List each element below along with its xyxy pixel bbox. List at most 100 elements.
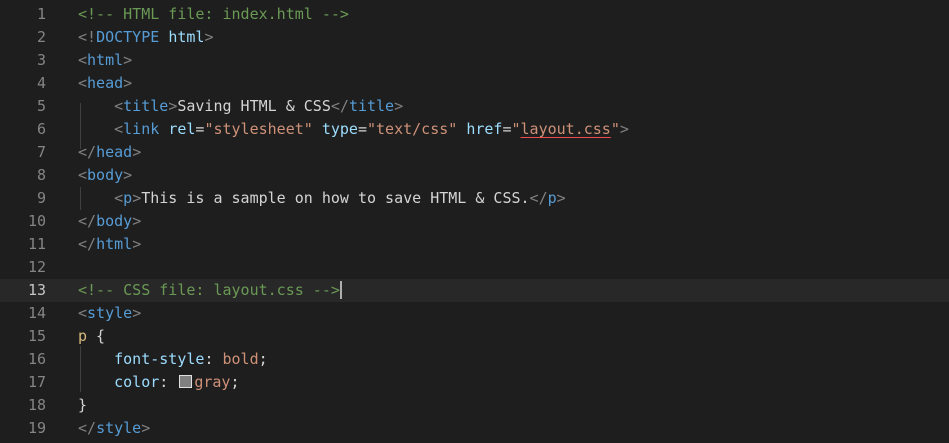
code-token: This is a sample on how to save HTML & C…	[141, 189, 530, 207]
code-token: font-style	[114, 350, 205, 368]
line-number: 7	[36, 143, 46, 161]
code-text: <!DOCTYPE html>	[78, 26, 213, 49]
line-number: 14	[27, 304, 46, 322]
code-text: color: gray;	[78, 371, 239, 394]
line-number: 17	[27, 373, 46, 391]
code-text: <html>	[78, 49, 132, 72]
code-token: <!-- CSS file: layout.css -->	[78, 281, 340, 299]
code-text: <head>	[78, 72, 132, 95]
code-token: <	[78, 166, 88, 184]
code-token: color	[114, 373, 160, 391]
code-token: <	[114, 189, 124, 207]
code-token: >	[132, 235, 142, 253]
code-line[interactable]: 2 <!DOCTYPE html>	[0, 26, 949, 49]
code-token: DOCTYPE	[96, 28, 160, 46]
line-number: 18	[27, 396, 46, 414]
code-token: :	[204, 350, 223, 368]
code-token: rel	[168, 120, 196, 138]
code-text: </html>	[78, 233, 141, 256]
color-swatch-icon[interactable]	[179, 375, 193, 388]
code-token: >	[141, 419, 151, 437]
code-token: html	[96, 235, 133, 253]
line-number: 3	[36, 51, 46, 69]
text-cursor	[339, 281, 342, 299]
code-token: html	[87, 51, 124, 69]
code-token: <	[78, 304, 88, 322]
code-token: >	[132, 304, 142, 322]
code-line[interactable]: 13 <!-- CSS file: layout.css -->	[0, 279, 949, 302]
code-token: >	[168, 97, 178, 115]
code-text: </head>	[78, 141, 141, 164]
code-token: body	[96, 212, 133, 230]
code-token: Saving HTML & CSS	[177, 97, 331, 115]
code-line[interactable]: 14 <style>	[0, 302, 949, 325]
code-line[interactable]: 6 <link rel="stylesheet" type="text/css"…	[0, 118, 949, 141]
code-line[interactable]: 3 <html>	[0, 49, 949, 72]
code-text: </body>	[78, 210, 141, 233]
code-line[interactable]: 17 color: gray;	[0, 371, 949, 394]
line-number: 2	[36, 28, 46, 46]
code-line[interactable]: 12	[0, 256, 949, 279]
code-line[interactable]: 9 <p>This is a sample on how to save HTM…	[0, 187, 949, 210]
code-token: href	[466, 120, 503, 138]
code-line[interactable]: 10 </body>	[0, 210, 949, 233]
code-token: head	[96, 143, 133, 161]
code-editor[interactable]: 1 <!-- HTML file: index.html --> 2 <!DOCTYP…	[0, 0, 949, 443]
code-line[interactable]: 4 <head>	[0, 72, 949, 95]
code-line[interactable]: 1 <!-- HTML file: index.html -->	[0, 3, 949, 26]
code-token: </	[78, 143, 97, 161]
code-token: head	[87, 74, 124, 92]
code-line[interactable]: 11 </html>	[0, 233, 949, 256]
code-line[interactable]: 16 font-style: bold;	[0, 348, 949, 371]
code-text: }	[78, 394, 87, 417]
line-number: 5	[36, 97, 46, 115]
code-token: }	[78, 396, 88, 414]
code-line[interactable]: 7 </head>	[0, 141, 949, 164]
code-token: <	[78, 74, 88, 92]
code-line[interactable]: 5 <title>Saving HTML & CSS</title>	[0, 95, 949, 118]
line-number: 16	[27, 350, 46, 368]
code-token: =	[357, 120, 367, 138]
line-number: 8	[36, 166, 46, 184]
code-token: type	[321, 120, 358, 138]
code-text: p {	[78, 325, 105, 348]
code-token: </	[78, 235, 97, 253]
code-text: <p>This is a sample on how to save HTML …	[78, 187, 566, 210]
error-squiggle-token: layout.css	[520, 120, 611, 138]
code-token: gray	[194, 373, 231, 391]
code-token: :	[159, 373, 178, 391]
code-token: <	[114, 97, 124, 115]
code-token: p	[78, 327, 88, 345]
code-token: bold	[222, 350, 259, 368]
line-number: 15	[27, 327, 46, 345]
code-line[interactable]: 18}	[0, 394, 949, 417]
code-token: "	[511, 120, 521, 138]
code-token: style	[96, 419, 142, 437]
code-text: <style>	[78, 302, 141, 325]
code-line[interactable]: 19 </style>	[0, 417, 949, 440]
code-token: >	[204, 28, 214, 46]
code-text: <!-- HTML file: index.html -->	[78, 3, 349, 26]
code-text: <!-- CSS file: layout.css -->	[78, 279, 342, 302]
line-number: 12	[27, 258, 46, 276]
code-token: "text/css"	[367, 120, 458, 138]
code-token: >	[619, 120, 629, 138]
code-token: =	[502, 120, 512, 138]
code-text: <title>Saving HTML & CSS</title>	[78, 95, 403, 118]
code-token: style	[87, 304, 133, 322]
code-token: <	[114, 120, 124, 138]
code-line[interactable]: 8 <body>	[0, 164, 949, 187]
code-token: <	[78, 51, 88, 69]
code-token: "stylesheet"	[204, 120, 313, 138]
code-line[interactable]: 15 p {	[0, 325, 949, 348]
code-token: >	[123, 166, 133, 184]
